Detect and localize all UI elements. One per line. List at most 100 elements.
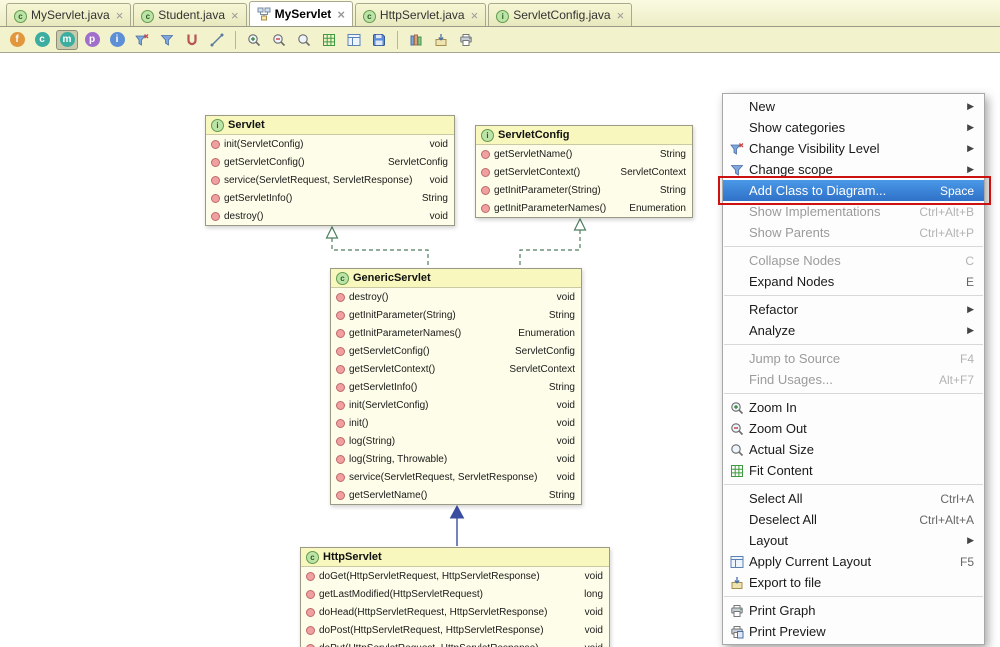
method-icon xyxy=(481,168,490,177)
menu-item-show-categories[interactable]: Show categories▶ xyxy=(723,117,984,138)
tab-close-icon[interactable]: × xyxy=(337,8,345,21)
menu-item-label: Show Parents xyxy=(749,225,830,240)
method-return-type: void xyxy=(549,400,575,411)
menu-item-change-visibility-level[interactable]: Change Visibility Level▶ xyxy=(723,138,984,159)
show-inner-classes-button[interactable]: i xyxy=(106,30,128,50)
menu-item-new[interactable]: New▶ xyxy=(723,96,984,117)
method-signature: getInitParameter(String) xyxy=(494,185,601,196)
method-icon xyxy=(211,194,220,203)
class-node-httpservlet[interactable]: cHttpServlet doGet(HttpServletRequest, Ht… xyxy=(300,547,610,647)
method-return-type: String xyxy=(541,490,575,501)
show-methods-button[interactable]: m xyxy=(56,30,78,50)
method-signature: init(ServletConfig) xyxy=(224,139,303,150)
toolbar-separator xyxy=(397,31,398,49)
method-icon xyxy=(336,473,345,482)
menu-item-apply-current-layout[interactable]: Apply Current LayoutF5 xyxy=(723,551,984,572)
menu-item-show-implementations: Show ImplementationsCtrl+Alt+B xyxy=(723,201,984,222)
menu-item-add-class-to-diagram[interactable]: Add Class to Diagram...Space xyxy=(723,180,984,201)
menu-separator xyxy=(724,295,983,296)
magnifier-minus-icon xyxy=(272,33,286,47)
method-signature: getServletName() xyxy=(349,490,427,501)
editor-tab-student-java[interactable]: cStudent.java× xyxy=(133,3,246,26)
method-return-type: long xyxy=(576,589,603,600)
menu-item-label: Fit Content xyxy=(749,463,813,478)
zoom-out-button[interactable] xyxy=(268,30,290,50)
editor-tab-myservlet-java[interactable]: cMyServlet.java× xyxy=(6,3,131,26)
export-to-image-button[interactable] xyxy=(430,30,452,50)
class-icon: c xyxy=(306,551,319,564)
apply-current-layout-button[interactable] xyxy=(343,30,365,50)
menu-item-analyze[interactable]: Analyze▶ xyxy=(723,320,984,341)
method-return-type: void xyxy=(549,418,575,429)
menu-item-shortcut: Ctrl+Alt+B xyxy=(919,205,974,219)
implements-edge-genericservlet-servlet[interactable] xyxy=(327,227,429,267)
editor-tab-servletconfig-java[interactable]: iServletConfig.java× xyxy=(488,3,632,26)
tab-close-icon[interactable]: × xyxy=(116,9,124,22)
tab-label: MyServlet xyxy=(275,7,332,21)
interface-icon: i xyxy=(496,8,509,23)
method-signature: doGet(HttpServletRequest, HttpServletRes… xyxy=(319,571,540,582)
save-diagram-button[interactable] xyxy=(368,30,390,50)
method-icon xyxy=(336,455,345,464)
menu-separator xyxy=(724,596,983,597)
menu-item-select-all[interactable]: Select AllCtrl+A xyxy=(723,488,984,509)
method-return-type: String xyxy=(541,310,575,321)
export-to-file-button[interactable] xyxy=(405,30,427,50)
show-constructors-button[interactable]: c xyxy=(31,30,53,50)
class-node-servletconfig[interactable]: iServletConfiggetServletName()StringgetS… xyxy=(475,125,693,218)
menu-item-label: Select All xyxy=(749,491,802,506)
class-node-header: cHttpServlet xyxy=(301,548,609,567)
show-fields-button[interactable]: f xyxy=(6,30,28,50)
method-row: getServletName() String xyxy=(331,486,581,504)
menu-separator xyxy=(724,393,983,394)
menu-item-zoom-out[interactable]: Zoom Out xyxy=(723,418,984,439)
print-diagram-button[interactable] xyxy=(455,30,477,50)
extends-edge-httpservlet-genericservlet[interactable] xyxy=(451,506,464,546)
menu-item-actual-size[interactable]: Actual Size xyxy=(723,439,984,460)
menu-item-layout[interactable]: Layout▶ xyxy=(723,530,984,551)
interface-icon: i xyxy=(211,119,224,132)
implements-edge-genericservlet-servletconfig[interactable] xyxy=(520,219,586,267)
tab-close-icon[interactable]: × xyxy=(617,9,625,22)
class-node-servlet[interactable]: iServletinit(ServletConfig)voidgetServle… xyxy=(205,115,455,226)
menu-item-print-graph[interactable]: Print Graph xyxy=(723,600,984,621)
method-return-type: String xyxy=(541,382,575,393)
method-row: doHead(HttpServletRequest, HttpServletRe… xyxy=(301,603,609,621)
menu-item-refactor[interactable]: Refactor▶ xyxy=(723,299,984,320)
fit-content-button[interactable] xyxy=(318,30,340,50)
menu-item-change-scope[interactable]: Change scope▶ xyxy=(723,159,984,180)
menu-item-print-preview[interactable]: Print Preview xyxy=(723,621,984,642)
menu-item-zoom-in[interactable]: Zoom In xyxy=(723,397,984,418)
edge-tool-button[interactable] xyxy=(206,30,228,50)
class-node-header: iServlet xyxy=(206,116,454,135)
export-icon xyxy=(729,576,745,590)
zoom-in-button[interactable] xyxy=(243,30,265,50)
menu-item-fit-content[interactable]: Fit Content xyxy=(723,460,984,481)
actual-size-button[interactable] xyxy=(293,30,315,50)
submenu-arrow-icon: ▶ xyxy=(967,143,974,154)
method-icon xyxy=(306,626,315,635)
show-dependencies-button[interactable] xyxy=(181,30,203,50)
method-row: log(String)void xyxy=(331,432,581,450)
method-row: init(ServletConfig)void xyxy=(331,396,581,414)
show-inner-classes-icon: i xyxy=(110,32,125,47)
method-row: getServletContext()ServletContext xyxy=(331,360,581,378)
menu-item-deselect-all[interactable]: Deselect AllCtrl+Alt+A xyxy=(723,509,984,530)
class-node-genericservlet[interactable]: cGenericServletdestroy()voidgetInitParam… xyxy=(330,268,582,505)
change-visibility-level-button[interactable] xyxy=(131,30,153,50)
change-scope-button[interactable] xyxy=(156,30,178,50)
class-name: ServletConfig xyxy=(498,129,570,141)
menu-item-expand-nodes[interactable]: Expand NodesE xyxy=(723,271,984,292)
class-node-header: i ServletConfig xyxy=(476,126,692,145)
show-properties-button[interactable]: p xyxy=(81,30,103,50)
editor-tab-httpservlet-java[interactable]: cHttpServlet.java× xyxy=(355,3,486,26)
editor-tab-myservlet[interactable]: MyServlet × xyxy=(249,1,353,26)
method-signature: getServletContext() xyxy=(349,364,435,375)
tab-close-icon[interactable]: × xyxy=(471,9,479,22)
menu-item-shortcut: F4 xyxy=(960,352,974,366)
tab-close-icon[interactable]: × xyxy=(231,9,239,22)
menu-item-export-to-file[interactable]: Export to file xyxy=(723,572,984,593)
method-return-type: ServletContext xyxy=(612,167,686,178)
submenu-arrow-icon: ▶ xyxy=(967,122,974,133)
interface-icon: i xyxy=(481,129,494,142)
